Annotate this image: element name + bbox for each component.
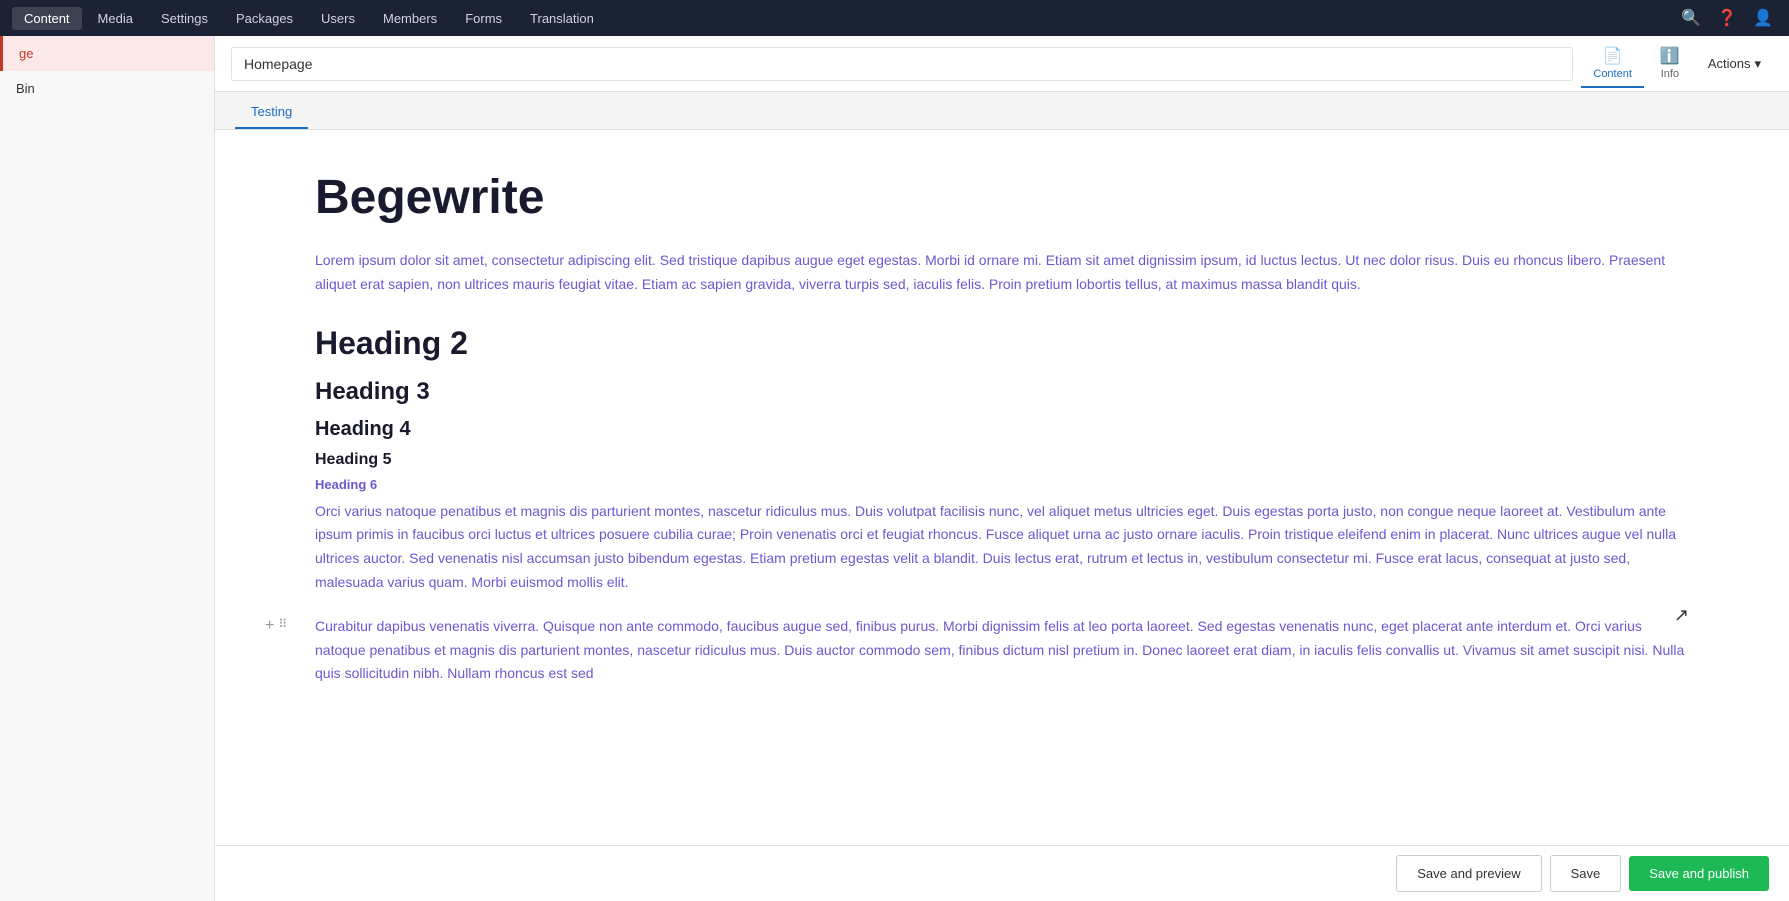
heading-5: Heading 5	[315, 451, 1689, 469]
save-button[interactable]: Save	[1550, 855, 1622, 892]
add-block-button[interactable]: +	[265, 617, 274, 635]
chevron-down-icon: ▾	[1754, 56, 1761, 72]
page-title-input[interactable]	[231, 47, 1573, 81]
nav-item-members[interactable]: Members	[371, 7, 449, 30]
document-title: Begewrite	[315, 170, 1689, 225]
content-tab-button[interactable]: 📄 Content	[1581, 40, 1644, 88]
heading-4: Heading 4	[315, 418, 1689, 441]
save-preview-button[interactable]: Save and preview	[1396, 855, 1541, 892]
paragraph-1: Orci varius natoque penatibus et magnis …	[315, 500, 1689, 595]
sidebar-item-page[interactable]: ge	[0, 36, 214, 71]
nav-item-forms[interactable]: Forms	[453, 7, 514, 30]
sidebar: ge Bin	[0, 36, 215, 901]
user-avatar[interactable]: 👤	[1749, 4, 1777, 32]
block-container: + ⠿ Curabitur dapibus venenatis viverra.…	[315, 615, 1689, 686]
nav-item-users[interactable]: Users	[309, 7, 367, 30]
tab-testing[interactable]: Testing	[235, 98, 308, 129]
main-panel: 📄 Content ℹ️ Info Actions ▾ Testing Bege…	[215, 36, 1789, 901]
heading-6: Heading 6	[315, 477, 1689, 492]
actions-dropdown-button[interactable]: Actions ▾	[1696, 50, 1773, 78]
nav-right-actions: 🔍 ❓ 👤	[1677, 4, 1777, 32]
help-button[interactable]: ❓	[1713, 4, 1741, 32]
nav-item-translation[interactable]: Translation	[518, 7, 606, 30]
top-navigation: Content Media Settings Packages Users Me…	[0, 0, 1789, 36]
heading-2: Heading 2	[315, 325, 1689, 362]
save-publish-button[interactable]: Save and publish	[1629, 856, 1769, 891]
search-button[interactable]: 🔍	[1677, 4, 1705, 32]
nav-item-packages[interactable]: Packages	[224, 7, 305, 30]
sidebar-item-bin[interactable]: Bin	[0, 71, 214, 106]
header-bar: 📄 Content ℹ️ Info Actions ▾	[215, 36, 1789, 92]
block-handle: + ⠿	[265, 615, 287, 635]
drag-handle[interactable]: ⠿	[278, 617, 287, 631]
nav-item-content[interactable]: Content	[12, 7, 82, 30]
header-actions: 📄 Content ℹ️ Info Actions ▾	[1581, 40, 1773, 88]
nav-item-media[interactable]: Media	[86, 7, 145, 30]
bottom-bar: Save and preview Save Save and publish	[215, 845, 1789, 901]
tab-bar: Testing	[215, 92, 1789, 130]
content-area: Begewrite Lorem ipsum dolor sit amet, co…	[215, 130, 1789, 901]
info-tab-button[interactable]: ℹ️ Info	[1648, 40, 1692, 88]
heading-3: Heading 3	[315, 378, 1689, 406]
intro-paragraph: Lorem ipsum dolor sit amet, consectetur …	[315, 249, 1689, 297]
document-icon: 📄	[1603, 46, 1623, 66]
info-icon: ℹ️	[1660, 46, 1680, 66]
paragraph-2: Curabitur dapibus venenatis viverra. Qui…	[315, 615, 1689, 686]
nav-item-settings[interactable]: Settings	[149, 7, 220, 30]
main-layout: ge Bin 📄 Content ℹ️ Info Actions ▾	[0, 36, 1789, 901]
